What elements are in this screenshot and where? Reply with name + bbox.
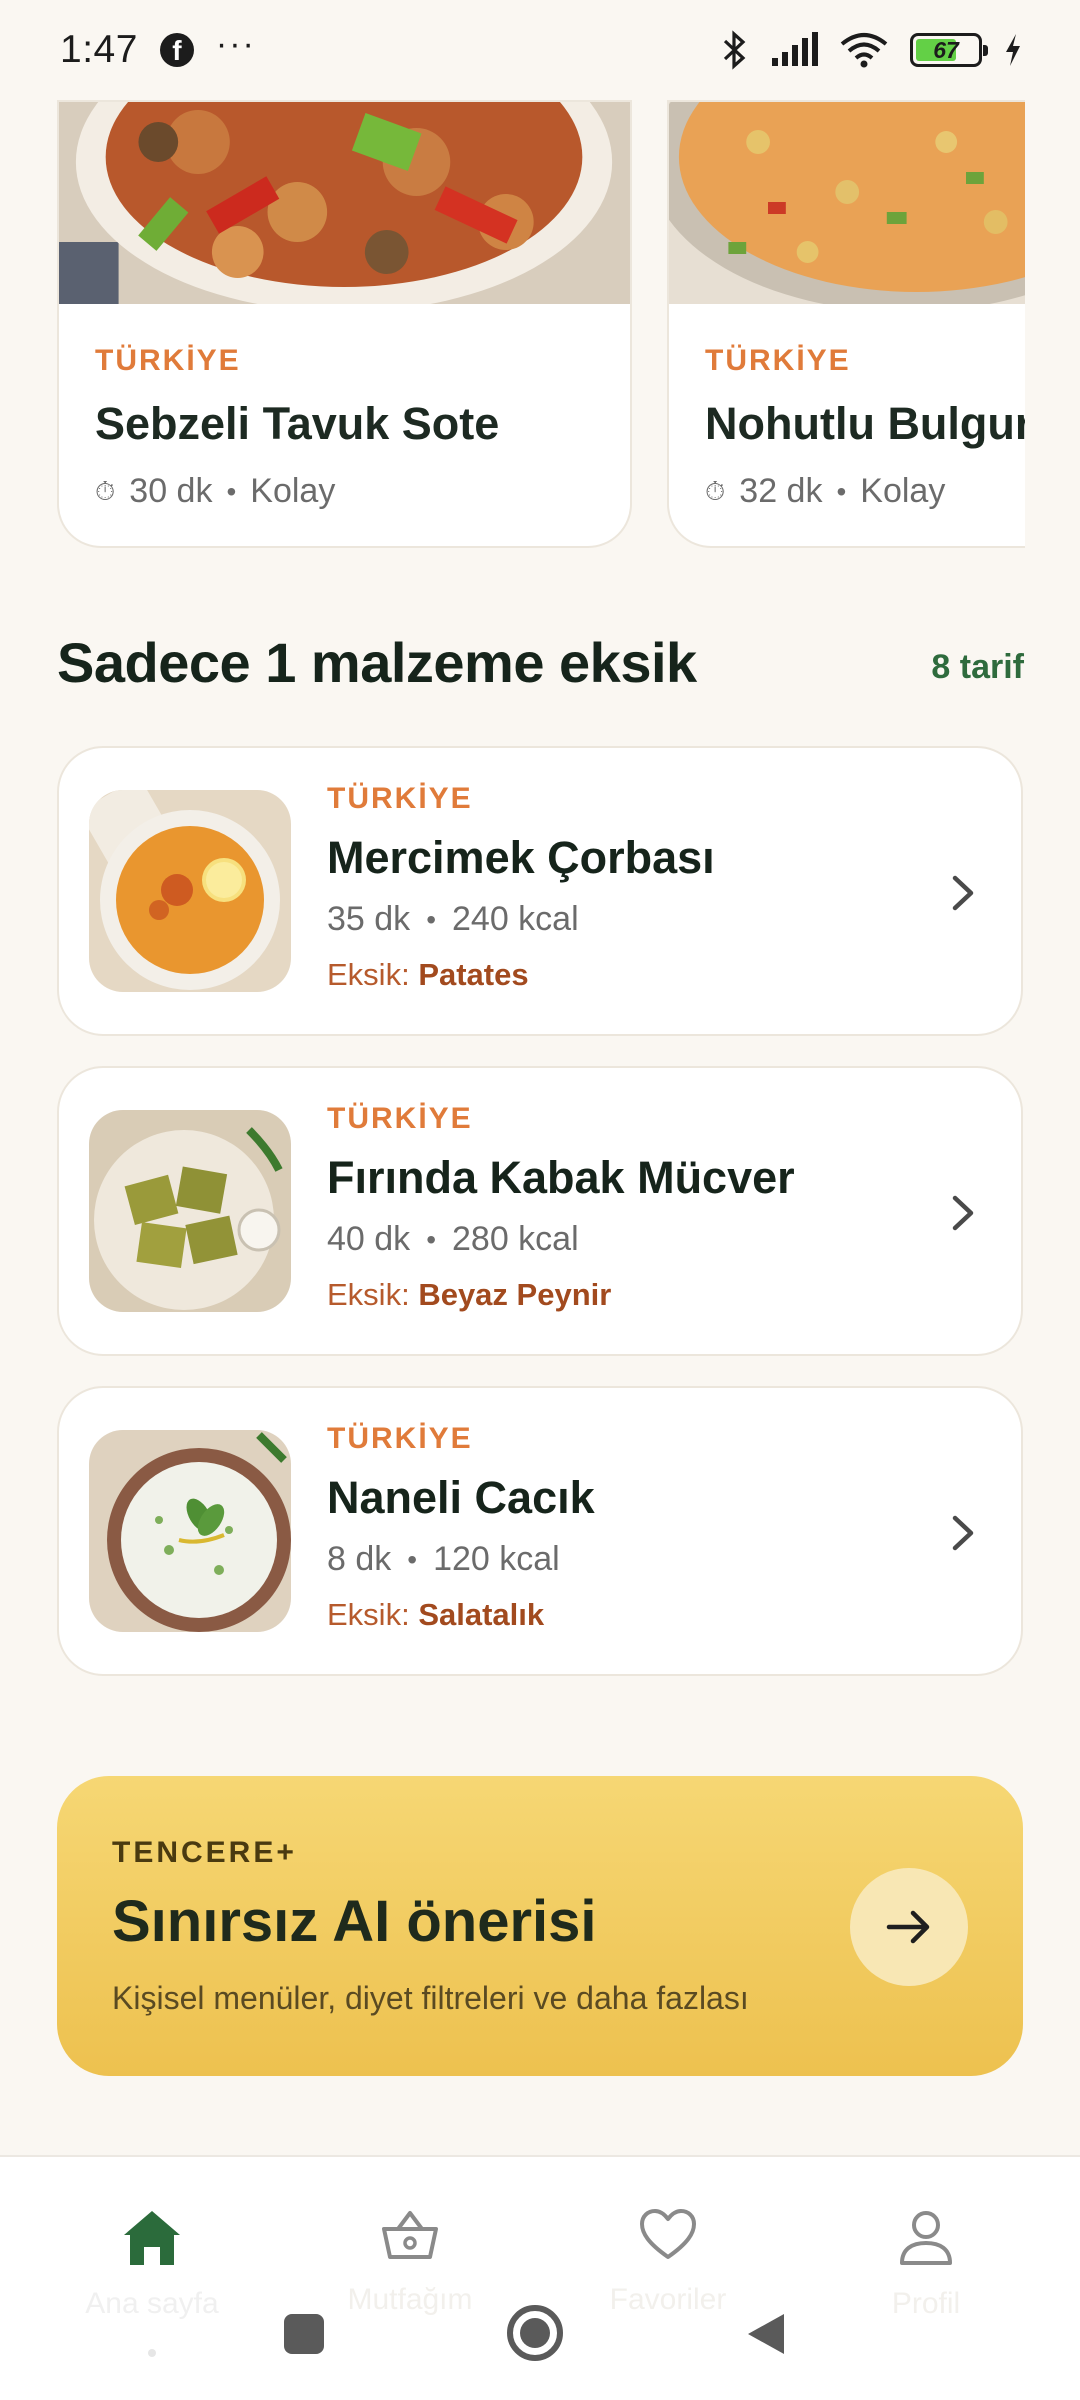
- premium-banner[interactable]: TENCERE+ Sınırsız AI önerisi Kişisel men…: [57, 1776, 1023, 2076]
- recipe-photo: [669, 102, 1025, 304]
- bottom-nav: Ana sayfa Mutfağım Favoriler Profil: [0, 2155, 1080, 2400]
- recipe-country: TÜRKİYE: [327, 782, 473, 815]
- heart-icon: [640, 2209, 696, 2259]
- missing-ingredient: Eksik: Patates: [327, 957, 715, 993]
- recipe-meta: ⏱ 30 dk • Kolay: [95, 472, 594, 511]
- recipe-meta: ⏱ 32 dk • Kolay: [705, 472, 1025, 511]
- missing-ingredient-name: Beyaz Peynir: [418, 1277, 612, 1312]
- recipe-time: 30 dk: [129, 472, 213, 510]
- timer-icon: ⏱: [705, 475, 726, 506]
- status-time: 1:47: [60, 28, 138, 71]
- nav-item-kitchen[interactable]: Mutfağım: [310, 2207, 510, 2317]
- chevron-right-icon: [952, 1515, 974, 1551]
- recipe-photo: [59, 102, 630, 304]
- home-icon: [124, 2211, 180, 2265]
- recipe-kcal: 240 kcal: [452, 900, 579, 938]
- user-icon: [900, 2211, 952, 2265]
- recipe-list-item[interactable]: TÜRKİYE Mercimek Çorbası 35 dk • 240 kca…: [57, 746, 1023, 1036]
- separator-dot: •: [407, 1543, 418, 1575]
- nav-item-favorites[interactable]: Favoriler: [568, 2207, 768, 2317]
- status-bar: 1:47 f ··· 67: [0, 0, 1080, 100]
- recipe-thumbnail: [89, 1110, 291, 1312]
- missing-ingredient-name: Patates: [418, 957, 529, 992]
- nav-label: Mutfağım: [347, 2283, 473, 2316]
- wifi-icon: [840, 33, 888, 68]
- recipe-meta: 35 dk • 240 kcal: [327, 900, 715, 939]
- recipe-time: 40 dk: [327, 1220, 411, 1258]
- missing-label: Eksik:: [327, 1277, 410, 1312]
- facebook-icon: f: [159, 33, 194, 67]
- nav-label: Favoriler: [609, 2283, 727, 2316]
- section-title: Sadece 1 malzeme eksik: [57, 631, 697, 694]
- chevron-right-icon: [952, 875, 974, 911]
- nav-item-profile[interactable]: Profil: [826, 2207, 1026, 2321]
- recipe-list-item[interactable]: TÜRKİYE Fırında Kabak Mücver 40 dk • 280…: [57, 1066, 1023, 1356]
- featured-card[interactable]: TÜRKİYE Nohutlu Bulgur ⏱ 32 dk • Kolay: [667, 100, 1025, 548]
- recipe-title: Sebzeli Tavuk Sote: [95, 398, 500, 449]
- separator-dot: •: [836, 475, 847, 507]
- charging-icon: [1006, 34, 1020, 66]
- recipe-thumbnail: [89, 1430, 291, 1632]
- recipe-meta: 8 dk • 120 kcal: [327, 1540, 595, 1579]
- chevron-right-icon: [952, 1195, 974, 1231]
- featured-card[interactable]: TÜRKİYE Sebzeli Tavuk Sote ⏱ 30 dk • Kol…: [57, 100, 632, 548]
- recipe-country: TÜRKİYE: [327, 1102, 473, 1135]
- home-system-button[interactable]: [505, 2303, 565, 2363]
- featured-carousel[interactable]: TÜRKİYE Sebzeli Tavuk Sote ⏱ 30 dk • Kol…: [57, 100, 1025, 552]
- recipe-time: 35 dk: [327, 900, 411, 938]
- recipe-meta: 40 dk • 280 kcal: [327, 1220, 795, 1259]
- bluetooth-icon: [723, 30, 746, 70]
- recents-button[interactable]: [282, 2312, 326, 2356]
- separator-dot: •: [426, 1223, 436, 1255]
- recipe-title: Naneli Cacık: [327, 1472, 595, 1523]
- recipe-time: 8 dk: [327, 1540, 392, 1578]
- see-all-link[interactable]: 8 tarif: [931, 648, 1024, 687]
- recipe-thumbnail: [89, 790, 291, 992]
- separator-dot: •: [426, 903, 436, 935]
- promo-arrow-button[interactable]: [850, 1868, 968, 1986]
- recipe-title: Mercimek Çorbası: [327, 832, 715, 883]
- missing-label: Eksik:: [327, 957, 410, 992]
- signal-icon: [772, 32, 818, 66]
- recipe-kcal: 120 kcal: [433, 1540, 560, 1578]
- nav-label: Profil: [891, 2287, 961, 2320]
- timer-icon: ⏱: [95, 475, 116, 506]
- recipe-country: TÜRKİYE: [705, 344, 851, 377]
- basket-icon: [382, 2211, 438, 2259]
- back-button[interactable]: [744, 2310, 788, 2358]
- recipe-difficulty: Kolay: [860, 472, 946, 510]
- promo-title: Sınırsız AI önerisi: [112, 1889, 597, 1954]
- battery-icon: 67: [910, 33, 988, 67]
- recipe-title: Nohutlu Bulgur: [705, 398, 1025, 449]
- recipe-country: TÜRKİYE: [95, 344, 241, 377]
- battery-level: 67: [933, 36, 959, 63]
- missing-ingredient: Eksik: Beyaz Peynir: [327, 1277, 795, 1313]
- recipe-difficulty: Kolay: [250, 472, 336, 510]
- separator-dot: •: [226, 475, 237, 507]
- more-icon: ···: [215, 24, 256, 63]
- recipe-kcal: 280 kcal: [452, 1220, 579, 1258]
- nav-indicator-dot: [148, 2349, 156, 2357]
- promo-subtitle: Kişisel menüler, diyet filtreleri ve dah…: [112, 1980, 749, 2016]
- nav-item-home[interactable]: Ana sayfa: [52, 2207, 252, 2321]
- nav-label: Ana sayfa: [85, 2287, 219, 2320]
- missing-ingredient-name: Salatalık: [418, 1597, 545, 1632]
- recipe-title: Fırında Kabak Mücver: [327, 1152, 795, 1203]
- recipe-time: 32 dk: [739, 472, 823, 510]
- missing-ingredient: Eksik: Salatalık: [327, 1597, 595, 1633]
- arrow-right-icon: [886, 1910, 930, 1944]
- promo-tag: TENCERE+: [112, 1836, 297, 1869]
- recipe-list-item[interactable]: TÜRKİYE Naneli Cacık 8 dk • 120 kcal Eks…: [57, 1386, 1023, 1676]
- missing-label: Eksik:: [327, 1597, 410, 1632]
- recipe-country: TÜRKİYE: [327, 1422, 473, 1455]
